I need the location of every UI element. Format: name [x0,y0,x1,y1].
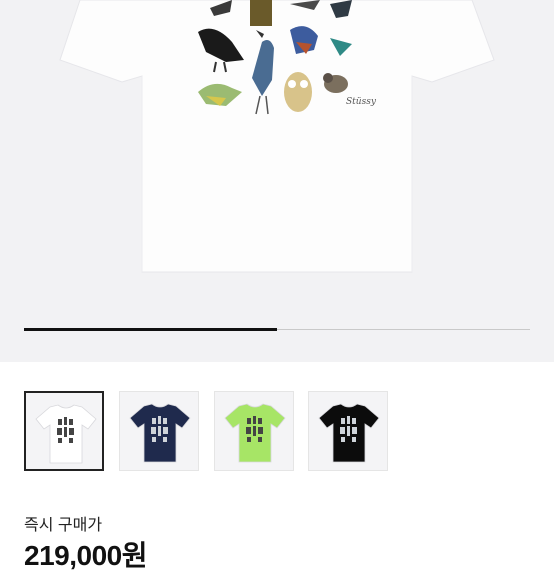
carousel-progress-bar [24,328,530,331]
tshirt-illustration: Stüssy [59,0,495,273]
product-hero-image[interactable]: Stüssy [0,0,554,362]
tshirt-thumbnail-icon [318,403,380,463]
color-thumbnail-lime[interactable] [214,391,294,471]
tshirt-thumbnail-icon [224,403,286,463]
instant-buy-price: 219,000원 [24,540,147,571]
instant-buy-price-label: 즉시 구매가 [24,517,103,534]
color-thumbnail-black[interactable] [308,391,388,471]
color-thumbnail-white[interactable] [24,391,104,471]
color-thumbnail-navy[interactable] [119,391,199,471]
graphic-logo: Stüssy [346,97,377,107]
tshirt-thumbnail-icon [129,403,191,463]
carousel-progress-indicator [24,328,277,331]
color-thumbnails [24,391,530,473]
tshirt-thumbnail-icon [35,404,97,464]
